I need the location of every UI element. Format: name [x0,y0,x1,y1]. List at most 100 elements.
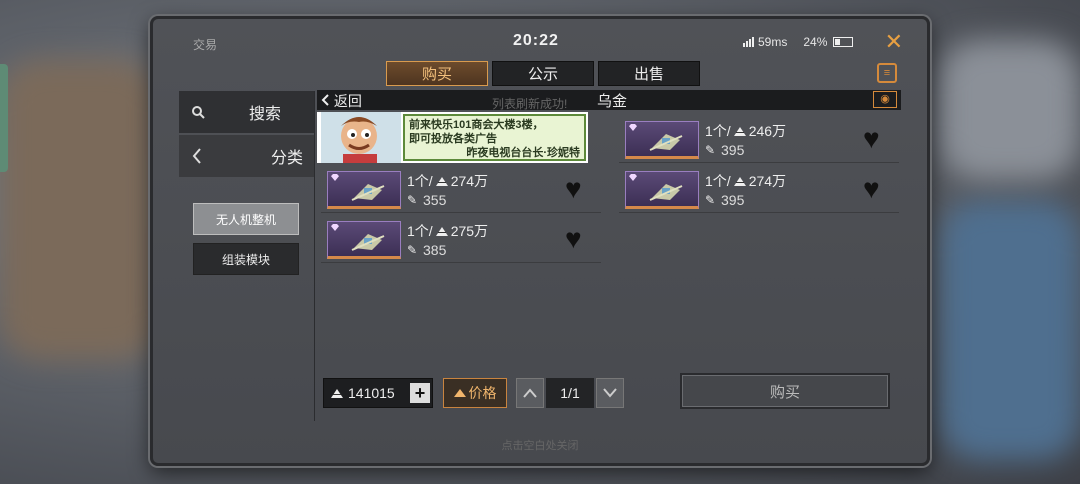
arrow-down-icon [603,388,617,398]
list-item[interactable]: 1个/274万 ✎ 395 ♥ [619,165,899,213]
subcategory-module[interactable]: 组装模块 [193,243,299,275]
heart-icon[interactable]: ♥ [863,125,891,153]
tab-buy[interactable]: 购买 [386,61,488,86]
current-category: 乌金 [597,93,628,110]
price-value: 395 [721,192,745,208]
side-handle[interactable] [0,64,8,172]
page-indicator: 1/1 [546,378,594,408]
gem-icon [629,124,637,131]
clock: 20:22 [513,32,559,49]
heart-icon[interactable]: ♥ [565,225,593,253]
back-label: 返回 [333,93,362,109]
heart-icon[interactable]: ♥ [565,175,593,203]
item-quantity: 1个/275万 [407,221,488,241]
signal-icon [743,37,754,47]
gem-icon [331,224,339,231]
arrow-up-icon [453,389,466,397]
balance-display: 141015 + [323,378,433,408]
trade-window: 交易 20:22 59ms 24% ✕ 购买 公示 出售 ≡ 搜索 分类 无人机… [150,16,930,466]
list-item[interactable]: 1个/246万 ✎ 395 ♥ [619,115,899,163]
arrow-up-icon [523,388,537,398]
divider [314,91,315,421]
balance-value: 141015 [348,385,395,401]
ore-icon [435,176,449,186]
search-label: 搜索 [248,106,281,123]
ad-line-2: 即可投放各类广告 [409,133,497,145]
item-thumbnail [327,221,401,259]
top-bar: 交易 20:22 59ms 24% ✕ [153,19,927,59]
background-shape [940,200,1080,460]
window-title: 交易 [193,38,218,52]
list-item[interactable]: 1个/275万 ✎ 385 ♥ [321,215,601,263]
drone-icon [351,184,385,201]
pager: 1/1 [516,378,624,408]
page-prev-button[interactable] [516,378,544,408]
currency-icon: ✎ [407,243,418,257]
battery-text: 24% [803,35,828,49]
sidebar-category[interactable]: 分类 [179,135,315,177]
item-price: ✎ 395 [705,192,744,208]
ad-line-1: 前来快乐101商会大楼3楼， [409,119,544,131]
list-header: 返回 列表刷新成功! 乌金 ◉ [317,90,901,111]
plus-icon[interactable]: + [410,383,430,403]
category-label: 分类 [270,150,303,167]
drone-icon [351,234,385,251]
drone-icon [649,184,683,201]
sidebar-search[interactable]: 搜索 [179,91,315,133]
mascot-image [321,112,401,163]
background-shape [0,60,160,360]
unit-price: 246万 [748,123,787,139]
item-price: ✎ 395 [705,142,744,158]
refresh-message: 列表刷新成功! [492,97,568,111]
currency-icon: ✎ [407,193,418,207]
buy-button[interactable]: 购买 [680,373,890,409]
gem-icon [629,174,637,181]
status-bar: 59ms 24% [743,35,854,49]
item-thumbnail [327,171,401,209]
ore-icon [435,226,449,236]
unit-price: 274万 [748,173,787,189]
chevron-left-icon [321,94,329,106]
tab-sell[interactable]: 出售 [598,61,700,86]
tab-bar: 购买 公示 出售 [386,61,700,86]
search-icon [192,106,205,119]
subcategory-drone[interactable]: 无人机整机 [193,203,299,235]
ore-icon [330,388,344,398]
item-quantity: 1个/246万 [705,121,786,141]
sort-price-button[interactable]: 价格 [443,378,507,408]
unit-price: 275万 [450,223,489,239]
clipboard-icon[interactable]: ≡ [877,63,897,83]
price-value: 355 [423,192,447,208]
ad-banner[interactable]: 前来快乐101商会大楼3楼， 即可投放各类广告 昨夜电视台台长·珍妮特 [317,112,588,163]
price-value: 385 [423,242,447,258]
back-button[interactable]: 返回 [321,91,362,111]
quantity-text: 1个/ [705,123,731,139]
ping-text: 59ms [758,35,788,49]
background-shape [940,40,1080,180]
item-price: ✎ 355 [407,192,446,208]
close-hint[interactable]: 点击空白处关闭 [153,437,927,453]
ore-icon [733,176,747,186]
page-next-button[interactable] [596,378,624,408]
ad-line-3: 昨夜电视台台长·珍妮特 [466,147,580,159]
list-item[interactable]: 1个/274万 ✎ 355 ♥ [321,165,601,213]
quantity-text: 1个/ [407,223,433,239]
item-thumbnail [625,171,699,209]
item-quantity: 1个/274万 [705,171,786,191]
currency-icon: ✎ [705,193,716,207]
unit-price: 274万 [450,173,489,189]
heart-icon[interactable]: ♥ [863,175,891,203]
close-icon[interactable]: ✕ [885,29,903,55]
quantity-text: 1个/ [705,173,731,189]
price-value: 395 [721,142,745,158]
gem-icon [331,174,339,181]
tab-notice[interactable]: 公示 [492,61,594,86]
ore-icon [733,126,747,136]
item-thumbnail [625,121,699,159]
chevron-left-icon [192,148,201,164]
item-quantity: 1个/274万 [407,171,488,191]
ad-text-box: 前来快乐101商会大楼3楼， 即可投放各类广告 昨夜电视台台长·珍妮特 [403,114,586,161]
currency-icon: ✎ [705,143,716,157]
eye-icon[interactable]: ◉ [873,91,897,108]
